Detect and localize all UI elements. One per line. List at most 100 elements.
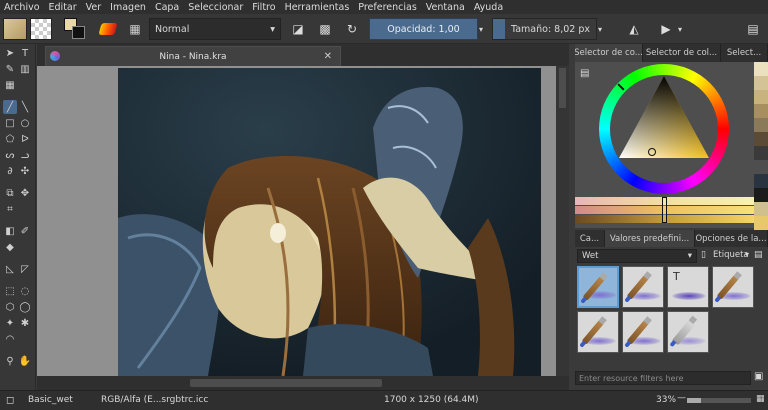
menu-herramientas[interactable]: Herramientas (285, 2, 350, 13)
brush-preset-item[interactable] (577, 311, 619, 353)
menu-filtro[interactable]: Filtro (252, 2, 275, 13)
tag-label[interactable]: Etiqueta (713, 250, 749, 260)
background-color[interactable] (72, 26, 85, 39)
tab-tool-options[interactable]: Opciones de la... (695, 230, 768, 248)
zoom-tool-icon[interactable]: ⚲ (3, 354, 17, 368)
slider-handle[interactable] (662, 197, 667, 223)
pan-tool-icon[interactable]: ✋ (18, 354, 32, 368)
size-stepper[interactable]: ▾ (598, 18, 608, 40)
mirror-horizontal-icon[interactable]: ◭ (624, 18, 644, 40)
edit-shapes-tool-icon[interactable]: ✎ (3, 62, 17, 76)
vertical-scrollbar[interactable] (556, 66, 569, 376)
recent-color-swatch[interactable] (754, 216, 768, 230)
move-tool-icon[interactable]: ✥ (18, 186, 32, 200)
crop-tool-icon[interactable]: ⌗ (3, 202, 17, 216)
gradient-icon[interactable] (98, 18, 118, 40)
bezier-selection-tool-icon[interactable]: ◠ (3, 332, 17, 346)
select-shapes-tool-icon[interactable]: ➤ (3, 46, 17, 60)
transform-tool-icon[interactable]: ⧉ (3, 186, 17, 200)
reload-preset-icon[interactable]: ↻ (342, 18, 362, 40)
foreground-background-colors[interactable] (64, 18, 86, 40)
color-picker-handle[interactable] (648, 148, 656, 156)
tab-brush-presets[interactable]: Valores predefini... (605, 230, 695, 248)
freehand-path-tool-icon[interactable]: ᓗ (18, 148, 32, 162)
workspace-icon[interactable]: ▤ (743, 18, 763, 40)
save-filter-icon[interactable]: ▣ (754, 371, 763, 382)
artwork-canvas[interactable] (118, 68, 541, 376)
mirror-options-arrow[interactable]: ▾ (678, 18, 688, 40)
tab-color-selector-2[interactable]: Selector de col... (643, 44, 721, 62)
magic-wand-tool-icon[interactable]: ✦ (3, 316, 17, 330)
mirror-vertical-icon[interactable]: ▶ (656, 18, 676, 40)
eraser-icon[interactable]: ◪ (288, 18, 308, 40)
opacity-stepper[interactable]: ▾ (479, 18, 489, 40)
tag-dropdown-icon[interactable]: ▾ (745, 250, 749, 259)
alpha-lock-icon[interactable]: ▩ (315, 18, 335, 40)
multibrush-tool-icon[interactable]: ✣ (18, 164, 32, 178)
menu-editar[interactable]: Editar (49, 2, 77, 13)
gradient-tool-icon[interactable]: ◧ (3, 224, 17, 238)
brush-preset-item[interactable] (577, 266, 619, 308)
size-slider[interactable]: Tamaño: 8,02 px (492, 18, 597, 40)
recent-color-swatch[interactable] (754, 174, 768, 188)
menu-seleccionar[interactable]: Seleccionar (188, 2, 243, 13)
tab-layers[interactable]: Ca... (575, 230, 605, 248)
blend-mode-select[interactable]: Normal ▾ (149, 18, 281, 40)
calligraphy-tool-icon[interactable]: ▥ (18, 62, 32, 76)
text-tool-icon[interactable]: T (18, 46, 32, 60)
brush-preset-item[interactable]: T (667, 266, 709, 308)
recent-color-swatch[interactable] (754, 146, 768, 160)
recent-color-swatch[interactable] (754, 118, 768, 132)
menu-imagen[interactable]: Imagen (110, 2, 146, 13)
docker-menu-icon[interactable]: ▤ (580, 68, 594, 80)
line-tool-icon[interactable]: ╲ (18, 100, 32, 114)
brush-preset-item[interactable] (712, 266, 754, 308)
fill-tool-icon[interactable]: ◆ (3, 240, 17, 254)
horizontal-scrollbar[interactable] (37, 376, 569, 390)
tab-color-selector-1[interactable]: Selector de co... (575, 44, 643, 62)
brush-status-icon[interactable]: ◻ (6, 395, 14, 406)
polygon-selection-tool-icon[interactable]: ⬡ (3, 300, 17, 314)
brush-preset-thumbnail[interactable] (3, 18, 27, 40)
tag-icon[interactable]: ▯ (701, 250, 706, 260)
recent-color-swatch[interactable] (754, 160, 768, 174)
recent-color-swatch[interactable] (754, 62, 768, 76)
recent-color-swatch[interactable] (754, 104, 768, 118)
polyline-tool-icon[interactable]: ᐅ (18, 132, 32, 146)
bezier-tool-icon[interactable]: ᔕ (3, 148, 17, 162)
pattern-swatch[interactable] (30, 18, 52, 40)
preset-menu-icon[interactable]: ▤ (754, 250, 763, 260)
menu-ventana[interactable]: Ventana (426, 2, 465, 13)
resource-filter-input[interactable]: Enter resource filters here (575, 371, 751, 385)
document-tab[interactable]: Nina - Nina.kra ✕ (45, 46, 341, 66)
color-wheel[interactable] (599, 64, 729, 194)
freehand-selection-tool-icon[interactable]: ◯ (18, 300, 32, 314)
menu-ver[interactable]: Ver (86, 2, 102, 13)
polygon-tool-icon[interactable]: ⬠ (3, 132, 17, 146)
horizontal-scroll-handle[interactable] (190, 379, 382, 387)
recent-color-swatch[interactable] (754, 202, 768, 216)
freehand-brush-tool-icon[interactable]: ╱ (3, 100, 17, 114)
brush-preset-item[interactable] (622, 266, 664, 308)
menu-ayuda[interactable]: Ayuda (474, 2, 503, 13)
zoom-out-icon[interactable]: — (677, 393, 686, 403)
rectangle-tool-icon[interactable]: □ (3, 116, 17, 130)
dynamic-brush-tool-icon[interactable]: ∂ (3, 164, 17, 178)
opacity-slider[interactable]: Opacidad: 1,00 (369, 18, 478, 40)
measure-tool-icon[interactable]: ◸ (18, 262, 32, 276)
vertical-scroll-handle[interactable] (559, 68, 566, 108)
gradient-editor-tool-icon[interactable]: ▦ (3, 78, 17, 92)
recent-color-swatch[interactable] (754, 188, 768, 202)
brush-preset-item[interactable] (667, 311, 709, 353)
menu-preferencias[interactable]: Preferencias (358, 2, 417, 13)
close-document-icon[interactable]: ✕ (324, 51, 332, 62)
rect-selection-tool-icon[interactable]: ⬚ (3, 284, 17, 298)
recent-color-swatch[interactable] (754, 90, 768, 104)
recent-color-swatch[interactable] (754, 76, 768, 90)
canvas-area[interactable] (37, 66, 569, 376)
brush-preset-item[interactable] (622, 311, 664, 353)
recent-color-swatch[interactable] (754, 132, 768, 146)
menu-capa[interactable]: Capa (155, 2, 179, 13)
advanced-color-selector[interactable]: ▤ (575, 62, 768, 230)
color-picker-tool-icon[interactable]: ✐ (18, 224, 32, 238)
